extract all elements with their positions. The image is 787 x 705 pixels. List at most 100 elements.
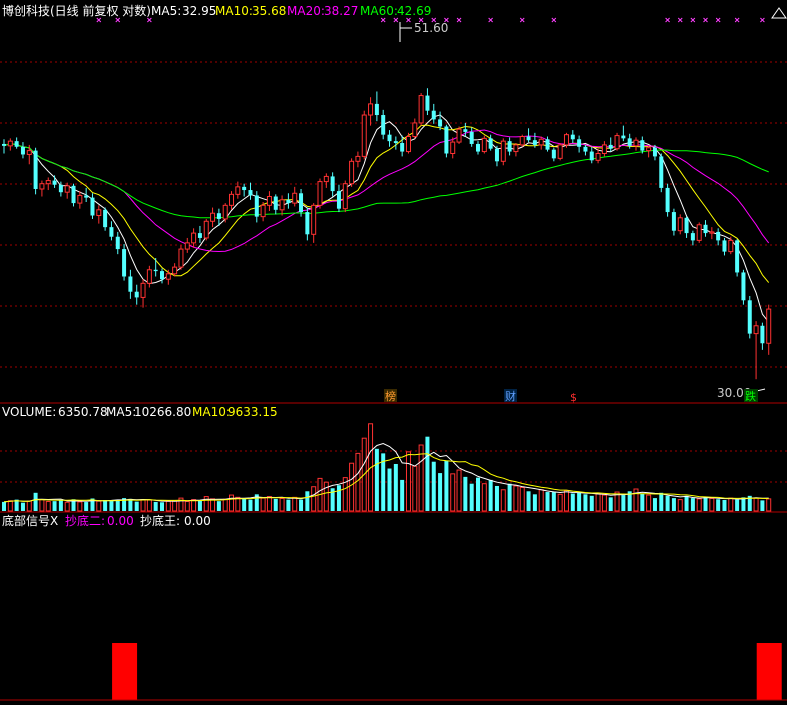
volume-bar-up: [235, 496, 241, 512]
x-marker-icon: [551, 17, 557, 23]
candle-body-up: [519, 136, 525, 146]
volume-ma5-value: 10266.80: [134, 405, 191, 419]
candle-body-down: [526, 136, 531, 141]
ma5-label: MA5:: [151, 4, 181, 18]
volume-bar-down: [431, 461, 436, 511]
dollar-marker[interactable]: $: [570, 391, 577, 404]
candle-body-up: [601, 144, 607, 154]
candle-body-down: [71, 185, 76, 204]
volume-ma5-line: [3, 442, 769, 503]
volume-bar-down: [109, 500, 114, 511]
candle-body-down: [242, 186, 247, 191]
volume-bar-up: [513, 485, 519, 512]
volume-bar-down: [507, 483, 512, 511]
candle-body-up: [7, 140, 13, 147]
volume-bar-up: [229, 494, 235, 512]
candle-body-up: [235, 186, 241, 195]
candle-body-up: [39, 183, 45, 190]
candle-body-up: [184, 242, 190, 250]
volume-bar-up: [146, 499, 152, 512]
candle-body-down: [400, 143, 405, 152]
candle-body-down: [425, 95, 430, 111]
candle-body-up: [481, 137, 487, 153]
candle-body-up: [323, 175, 329, 183]
volume-bar-up: [557, 493, 563, 512]
volume-bar-down: [20, 502, 25, 511]
candle-body-down: [747, 300, 752, 334]
volume-bar-down: [532, 494, 537, 511]
volume-bar-down: [545, 492, 550, 511]
bang-marker[interactable]: 榜: [385, 389, 396, 403]
bottom-king-label: 抄底王:: [140, 513, 180, 528]
signal2-label: 抄底二:: [65, 513, 105, 528]
candle-body-down: [305, 212, 310, 235]
candle-body-up: [210, 212, 216, 222]
candle-body-up: [140, 282, 146, 298]
candle-body-down: [431, 110, 436, 120]
volume-bar-up: [140, 499, 146, 512]
volume-bar-up: [39, 499, 45, 512]
x-marker-icon: [734, 17, 740, 23]
candle-body-down: [621, 135, 626, 139]
signal2-value: 0.00: [107, 514, 134, 528]
signal-bar: [112, 643, 138, 700]
volume-bar-up: [519, 486, 525, 512]
x-marker-icon: [677, 17, 683, 23]
high-price-label: 51.60: [414, 21, 448, 35]
candle-body-up: [311, 204, 317, 235]
volume-bar-up: [77, 501, 83, 512]
volume-bar-down: [589, 495, 594, 511]
volume-bar-down: [551, 492, 556, 511]
candle-body-up: [595, 152, 601, 161]
candle-body-down: [760, 325, 765, 344]
x-marker-icon: [456, 17, 462, 23]
candle-body-down: [128, 276, 133, 292]
volume-bar-down: [336, 485, 341, 511]
volume-bar-down: [248, 499, 253, 511]
volume-ma10-label: MA10:: [192, 405, 230, 419]
candle-body-down: [160, 271, 164, 280]
volume-bar-down: [160, 502, 164, 511]
candle-body-up: [557, 144, 563, 159]
ma20-value: 38.27: [324, 4, 358, 18]
candle-body-down: [608, 144, 613, 149]
candle-body-down: [254, 195, 259, 217]
candle-body-down: [735, 240, 740, 273]
moving-average-lines: [3, 114, 770, 323]
candle-body-up: [766, 308, 772, 344]
volume-ma-lines: [3, 442, 769, 503]
die-marker[interactable]: 跌: [745, 389, 756, 403]
candle-body-down: [393, 141, 398, 144]
candle-body-up: [45, 180, 51, 185]
volume-bar-up: [26, 500, 32, 512]
volume-bar-up: [405, 451, 411, 512]
candle-body-up: [165, 273, 171, 280]
candle-body-up: [418, 95, 424, 124]
candle-body-down: [577, 139, 582, 147]
candle-body-down: [273, 196, 278, 210]
x-marker-icon: [380, 17, 386, 23]
volume-bar-up: [349, 462, 355, 512]
candle-body-down: [216, 213, 221, 219]
candle-body-down: [665, 187, 670, 213]
bottom-signal-bars: [112, 643, 782, 700]
candle-body-down: [690, 233, 695, 241]
volume-bar-up: [500, 489, 506, 512]
candle-body-up: [450, 141, 456, 154]
volume-bar-up: [266, 496, 272, 512]
cai-marker[interactable]: 财: [505, 389, 516, 403]
volume-bar-down: [305, 491, 310, 511]
candle-body-up: [279, 199, 285, 211]
stock-chart[interactable]: 博创科技 (日线 前复权 对数) MA5: 32.95 MA10: 35.68 …: [0, 0, 787, 705]
volume-bar-down: [387, 468, 392, 511]
volume-bar-down: [374, 448, 379, 511]
volume-bar-down: [33, 492, 38, 511]
candle-body-up: [696, 224, 702, 241]
volume-bar-down: [128, 498, 133, 511]
candle-body-down: [589, 151, 594, 161]
arrow-up-icon[interactable]: [771, 7, 787, 19]
candle-body-down: [52, 180, 57, 185]
volume-bar-up: [184, 501, 190, 512]
candle-body-down: [716, 231, 721, 241]
candle-body-up: [709, 231, 715, 234]
